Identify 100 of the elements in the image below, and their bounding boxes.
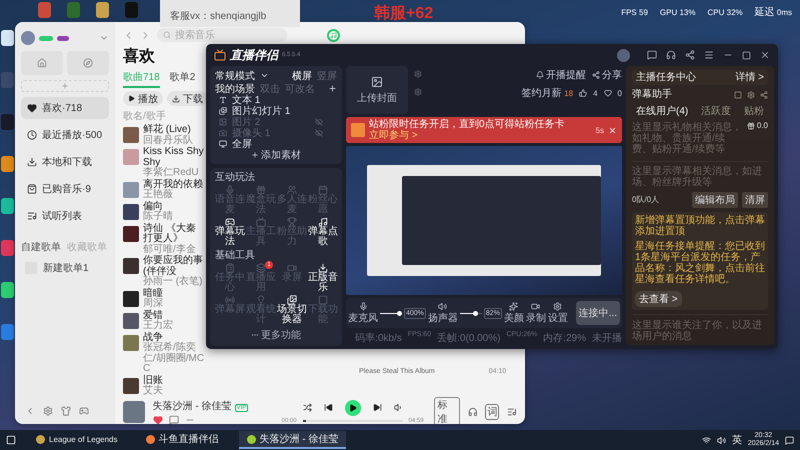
caret-icon[interactable] [260, 71, 269, 80]
desktop-app-icon[interactable] [1, 156, 14, 172]
panel-tab[interactable]: 在线用户(4) [636, 104, 688, 118]
notifications-icon[interactable] [785, 436, 794, 444]
desktop-app-icon[interactable] [1, 30, 14, 46]
hidden-icon[interactable] [315, 128, 323, 136]
song-title[interactable]: 旧账 [143, 376, 205, 386]
song-title[interactable]: 暗瞳 [143, 288, 205, 299]
message-icon[interactable] [647, 50, 657, 60]
section-title: 基础工具 [215, 250, 256, 261]
shirt-icon[interactable] [61, 406, 71, 416]
network-icon[interactable] [702, 436, 711, 444]
upload-cover-button[interactable]: 上传封面 [346, 66, 408, 114]
scene-tab[interactable]: 我的场景 [215, 82, 255, 96]
album-cover-placeholder [123, 312, 139, 328]
tab[interactable]: 歌单2 [170, 70, 196, 88]
playlist-tab[interactable]: 自建歌单 [21, 240, 61, 254]
speaker-control[interactable]: 扬声器 [428, 302, 458, 324]
source-item[interactable]: 图片幻灯片 1 [215, 105, 337, 116]
edit-layout-button[interactable]: 编辑布局 [692, 192, 738, 208]
play-all-button[interactable]: 播放 [123, 91, 163, 106]
sidebar-item[interactable]: 最近播放·500 [21, 124, 109, 146]
song-title[interactable]: Kiss Kiss Shy Shy [143, 147, 205, 168]
image-icon [371, 76, 383, 88]
source-item[interactable]: 文本 1 [215, 94, 337, 105]
settings-button[interactable]: 设置 [548, 302, 568, 324]
playlist-icon[interactable] [507, 406, 517, 416]
input-method-indicator[interactable]: 英 [732, 433, 742, 447]
view-button[interactable]: 去查看 > [635, 291, 682, 307]
window-icon[interactable] [734, 90, 742, 98]
tool-button[interactable]: 正版音乐 [308, 263, 338, 293]
source-item[interactable]: 全屏 [215, 138, 337, 149]
lyrics-button[interactable]: 词 [485, 404, 500, 420]
maximize-icon[interactable] [742, 50, 751, 60]
volume-slider[interactable] [460, 310, 482, 316]
taskbar-app[interactable]: League of Legends [28, 431, 126, 449]
song-title[interactable]: 离开我的依赖 [143, 180, 205, 190]
sidebar-item[interactable]: 试听列表 [21, 205, 109, 227]
quality-button[interactable]: 标准 [434, 396, 460, 424]
next-icon[interactable] [372, 403, 382, 412]
sidebar-item[interactable]: 已购音乐·9 [21, 178, 109, 200]
heart-icon[interactable] [152, 414, 163, 424]
song-title[interactable]: 诗仙 《大秦打更人》 [143, 224, 205, 244]
previous-icon[interactable] [324, 403, 333, 412]
comment-icon[interactable] [168, 414, 179, 424]
avatar-icon[interactable] [617, 48, 630, 62]
video-camera-button[interactable]: 录制 [526, 302, 546, 324]
add-source-button[interactable]: 添加素材 [251, 149, 301, 160]
join-link[interactable]: 立即参与 > [369, 130, 418, 141]
close-icon[interactable] [760, 50, 770, 60]
share-button[interactable]: 分享 [592, 68, 622, 82]
download-button[interactable]: 下载 [167, 91, 208, 106]
song-title[interactable]: 战争 [143, 332, 205, 343]
close-icon[interactable] [608, 126, 617, 134]
details-link[interactable]: 详情 > [735, 72, 764, 83]
desktop-app-icon[interactable] [1, 198, 14, 214]
shuffle-icon[interactable] [302, 403, 312, 412]
tool-button[interactable]: 弹幕点歌 [308, 217, 338, 247]
song-title[interactable]: 偏向 [143, 202, 205, 212]
reminder-button[interactable]: 开播提醒 [536, 68, 586, 82]
gamepad-icon[interactable] [79, 406, 89, 416]
taskbar-app[interactable]: 斗鱼直播伴侣 [138, 431, 227, 449]
volume-slider[interactable] [380, 310, 402, 316]
desktop-app-icon[interactable] [1, 282, 14, 298]
menu-icon[interactable] [704, 50, 714, 60]
orientation-tab[interactable]: 横屏 [292, 68, 312, 82]
sidebar-item[interactable]: 喜欢·718 [21, 97, 109, 119]
settings-icon[interactable] [43, 406, 53, 416]
play-button[interactable] [344, 400, 361, 416]
gift-icon [746, 122, 755, 130]
panel-tab[interactable]: 活跃度 [701, 104, 732, 118]
volume-icon[interactable] [716, 436, 726, 444]
radio-icon [225, 295, 235, 305]
add-icon[interactable] [328, 84, 337, 93]
tool-button[interactable]: 场景切换器 [277, 295, 307, 325]
avatar-icon [21, 31, 35, 45]
more-button[interactable]: 更多功能 [251, 328, 301, 342]
connect-button[interactable]: 连接中... [576, 301, 620, 325]
song-title[interactable]: 鲜花 (Live) [143, 125, 205, 136]
desktop-app-icon[interactable] [96, 2, 109, 18]
mode-dropdown[interactable]: 常规模式 [215, 68, 255, 82]
sidebar-item[interactable]: 本地和下载 [21, 151, 109, 173]
song-title[interactable]: 你要应我的事 (伴伴没 [143, 256, 205, 277]
sound-effect-icon[interactable] [468, 406, 478, 416]
settings-icon[interactable] [747, 90, 755, 98]
clear-button[interactable]: 清屏 [742, 192, 768, 208]
hidden-icon[interactable] [315, 118, 323, 126]
start-icon[interactable] [6, 435, 16, 445]
taskbar-app[interactable]: 失落沙洲 - 徐佳莹 [238, 431, 346, 449]
volume-icon[interactable] [394, 403, 403, 412]
headset-icon[interactable] [666, 50, 676, 60]
panel-tab[interactable]: 贴粉 [744, 104, 764, 118]
song-title[interactable]: 爱错 [143, 310, 205, 321]
heart-icon [604, 89, 612, 97]
sparkles-button[interactable]: 美颜 [504, 302, 524, 324]
microphone-control[interactable]: 麦克风 [348, 302, 378, 324]
tool-button[interactable]: 弹幕玩法 [215, 217, 245, 247]
playlist-item[interactable]: 新建歌单1 [21, 259, 109, 277]
share-icon[interactable] [685, 50, 695, 60]
notice-text: 星海任务接单提醒：您已收到1条星海平台派发的任务，产品名称：风之剑舞，点击前往星海查看任务详情吧。 [635, 241, 765, 285]
